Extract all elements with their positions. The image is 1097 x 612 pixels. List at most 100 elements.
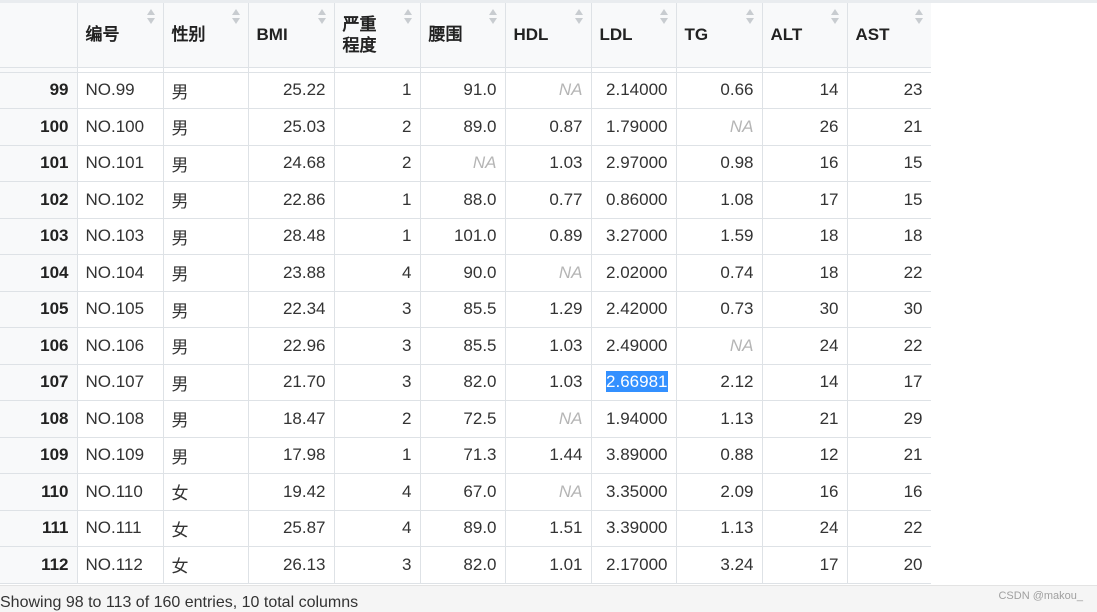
- table-cell[interactable]: 4: [334, 510, 421, 547]
- table-cell[interactable]: 0.87: [505, 108, 592, 146]
- table-cell[interactable]: NA: [676, 327, 763, 365]
- table-cell[interactable]: NO.105: [77, 291, 164, 328]
- table-cell[interactable]: 3: [334, 364, 421, 401]
- table-cell[interactable]: 3: [334, 327, 421, 365]
- table-cell[interactable]: 男: [163, 364, 249, 401]
- sort-icon[interactable]: [488, 9, 498, 25]
- table-row[interactable]: 100 NO.100 男 25.03 2 89.0 0.87 1.79000 NA 26 21: [0, 108, 931, 146]
- table-cell[interactable]: 2: [334, 145, 421, 182]
- table-cell[interactable]: 22.34: [248, 291, 335, 328]
- table-cell[interactable]: 21: [762, 400, 848, 438]
- table-cell[interactable]: 4: [334, 254, 421, 292]
- table-row[interactable]: 112 NO.112 女 26.13 3 82.0 1.01 2.17000 3.24 17 20: [0, 546, 931, 584]
- table-cell[interactable]: 85.5: [420, 291, 506, 328]
- table-cell[interactable]: NA: [505, 72, 592, 109]
- table-cell[interactable]: 22: [847, 254, 931, 292]
- table-cell[interactable]: 男: [163, 437, 249, 474]
- table-cell[interactable]: 15: [847, 181, 931, 219]
- table-cell[interactable]: 1: [334, 218, 421, 255]
- table-cell[interactable]: 3.24: [676, 546, 763, 584]
- table-cell[interactable]: NO.112: [77, 546, 164, 584]
- table-cell[interactable]: 16: [762, 145, 848, 182]
- table-row[interactable]: 111 NO.111 女 25.87 4 89.0 1.51 3.39000 1.13 24 22: [0, 510, 931, 547]
- table-cell[interactable]: 26: [762, 108, 848, 146]
- table-cell[interactable]: 1.03: [505, 364, 592, 401]
- column-header-alt[interactable]: ALT: [762, 3, 848, 68]
- table-cell[interactable]: 17: [847, 364, 931, 401]
- table-cell[interactable]: 28.48: [248, 218, 335, 255]
- column-header-hdl[interactable]: HDL: [505, 3, 592, 68]
- table-cell[interactable]: NO.106: [77, 327, 164, 365]
- table-cell[interactable]: 1.08: [676, 181, 763, 219]
- sort-icon[interactable]: [231, 9, 241, 25]
- table-cell[interactable]: 0.88: [676, 437, 763, 474]
- data-grid[interactable]: 编号 性别 BMI 严重 程度 腰围 HDL LDL TG ALT AST 99…: [0, 3, 931, 585]
- table-cell[interactable]: 22: [847, 327, 931, 365]
- sort-icon[interactable]: [914, 9, 924, 25]
- table-cell[interactable]: 男: [163, 327, 249, 365]
- table-cell[interactable]: 1.51: [505, 510, 592, 547]
- table-cell[interactable]: 20: [847, 546, 931, 584]
- table-cell[interactable]: 2: [334, 400, 421, 438]
- table-cell[interactable]: 男: [163, 108, 249, 146]
- table-cell[interactable]: 89.0: [420, 510, 506, 547]
- column-header-id[interactable]: 编号: [77, 3, 164, 68]
- table-cell[interactable]: 18: [762, 218, 848, 255]
- table-cell[interactable]: 1.79000: [591, 108, 677, 146]
- table-cell[interactable]: 2.97000: [591, 145, 677, 182]
- table-cell[interactable]: 3.39000: [591, 510, 677, 547]
- table-cell[interactable]: 24.68: [248, 145, 335, 182]
- table-cell[interactable]: 3.35000: [591, 473, 677, 511]
- table-cell[interactable]: 1.44: [505, 437, 592, 474]
- table-cell[interactable]: 82.0: [420, 546, 506, 584]
- table-row[interactable]: 107 NO.107 男 21.70 3 82.0 1.03 2.66981 2.12 14 17: [0, 364, 931, 401]
- column-header-bmi[interactable]: BMI: [248, 3, 335, 68]
- table-cell[interactable]: 14: [762, 364, 848, 401]
- table-cell[interactable]: 男: [163, 291, 249, 328]
- table-cell[interactable]: NA: [505, 400, 592, 438]
- table-cell[interactable]: 12: [762, 437, 848, 474]
- table-cell[interactable]: 17: [762, 546, 848, 584]
- table-cell[interactable]: 90.0: [420, 254, 506, 292]
- table-row[interactable]: 101 NO.101 男 24.68 2 NA 1.03 2.97000 0.98 16 15: [0, 145, 931, 182]
- column-header-ast[interactable]: AST: [847, 3, 931, 68]
- table-cell[interactable]: 21: [847, 108, 931, 146]
- table-cell[interactable]: NO.107: [77, 364, 164, 401]
- sort-icon[interactable]: [745, 9, 755, 25]
- sort-icon[interactable]: [830, 9, 840, 25]
- table-cell[interactable]: 1.03: [505, 327, 592, 365]
- table-cell[interactable]: 2.02000: [591, 254, 677, 292]
- table-cell[interactable]: 22: [847, 510, 931, 547]
- sort-icon[interactable]: [659, 9, 669, 25]
- table-cell[interactable]: 3: [334, 291, 421, 328]
- table-cell[interactable]: 30: [847, 291, 931, 328]
- sort-icon[interactable]: [403, 9, 413, 25]
- table-row[interactable]: 105 NO.105 男 22.34 3 85.5 1.29 2.42000 0.73 30 30: [0, 291, 931, 328]
- table-cell[interactable]: 18.47: [248, 400, 335, 438]
- table-cell[interactable]: 女: [163, 473, 249, 511]
- table-cell[interactable]: 26.13: [248, 546, 335, 584]
- column-header-sex[interactable]: 性别: [163, 3, 249, 68]
- table-cell[interactable]: 23: [847, 72, 931, 109]
- table-cell[interactable]: NA: [505, 254, 592, 292]
- table-cell[interactable]: 3.89000: [591, 437, 677, 474]
- table-cell[interactable]: NO.111: [77, 510, 164, 547]
- table-cell[interactable]: 21.70: [248, 364, 335, 401]
- table-cell[interactable]: 3: [334, 546, 421, 584]
- table-row[interactable]: 99 NO.99 男 25.22 1 91.0 NA 2.14000 0.66 14 23: [0, 72, 931, 109]
- table-cell[interactable]: 29: [847, 400, 931, 438]
- table-cell[interactable]: 0.77: [505, 181, 592, 219]
- table-cell[interactable]: 男: [163, 254, 249, 292]
- table-cell[interactable]: 男: [163, 145, 249, 182]
- column-header-severity[interactable]: 严重 程度: [334, 3, 421, 68]
- table-cell[interactable]: 25.03: [248, 108, 335, 146]
- table-cell[interactable]: 女: [163, 510, 249, 547]
- table-cell[interactable]: 91.0: [420, 72, 506, 109]
- table-cell[interactable]: 16: [762, 473, 848, 511]
- table-row[interactable]: 110 NO.110 女 19.42 4 67.0 NA 3.35000 2.09 16 16: [0, 473, 931, 511]
- column-header-tg[interactable]: TG: [676, 3, 763, 68]
- table-cell[interactable]: 1.13: [676, 400, 763, 438]
- table-cell[interactable]: 22.86: [248, 181, 335, 219]
- table-cell[interactable]: 25.22: [248, 72, 335, 109]
- table-cell[interactable]: 16: [847, 473, 931, 511]
